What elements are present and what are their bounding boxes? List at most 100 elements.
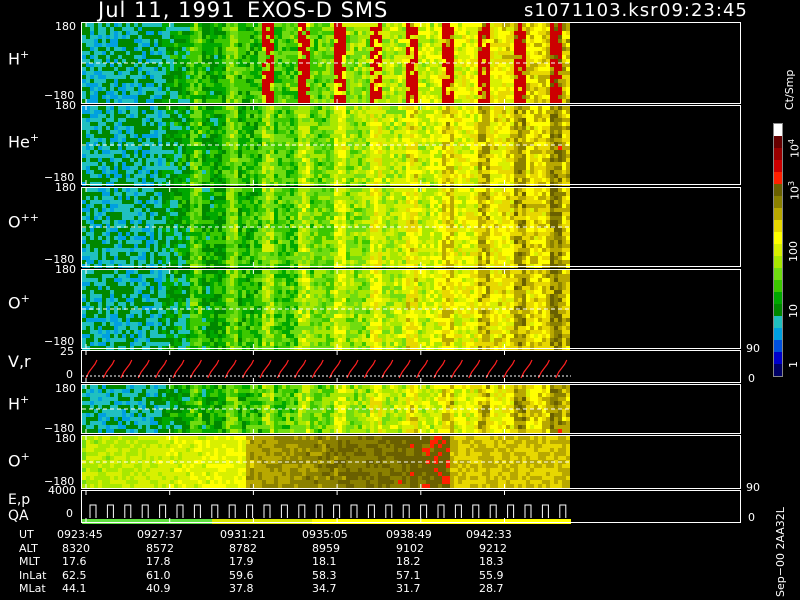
heatmap-cell xyxy=(430,178,434,182)
heatmap-cell xyxy=(330,166,334,170)
heatmap-cell xyxy=(182,67,186,71)
heatmap-cell xyxy=(534,51,538,55)
heatmap-cell xyxy=(518,75,522,79)
heatmap-cell xyxy=(246,188,250,192)
heatmap-cell xyxy=(242,154,246,158)
heatmap-cell xyxy=(354,162,358,166)
heatmap-cell xyxy=(270,146,274,150)
heatmap-cell xyxy=(214,55,218,59)
heatmap-cell xyxy=(222,154,226,158)
heatmap-cell xyxy=(510,63,514,67)
heatmap-cell xyxy=(282,47,286,51)
heatmap-cell xyxy=(158,158,162,162)
heatmap-cell xyxy=(266,130,270,134)
heatmap-cell xyxy=(114,23,118,27)
heatmap-cell xyxy=(94,95,98,99)
heatmap-cell xyxy=(490,146,494,150)
heatmap-cell xyxy=(138,188,142,192)
heatmap-cell xyxy=(162,134,166,138)
heatmap-cell xyxy=(514,63,518,67)
heatmap-cell xyxy=(322,174,326,178)
heatmap-cell xyxy=(362,188,366,192)
heatmap-cell xyxy=(126,87,130,91)
heatmap-cell xyxy=(298,150,302,154)
heatmap-cell xyxy=(254,95,258,99)
heatmap-cell xyxy=(386,67,390,71)
heatmap-cell xyxy=(178,178,182,182)
heatmap-cell xyxy=(338,27,342,31)
heatmap-cell xyxy=(310,27,314,31)
heatmap-cell xyxy=(326,110,330,114)
heatmap-cell xyxy=(434,31,438,35)
heatmap-cell xyxy=(302,130,306,134)
heatmap-cell xyxy=(518,47,522,51)
heatmap-cell xyxy=(318,150,322,154)
heatmap-cell xyxy=(98,71,102,75)
heatmap-cell xyxy=(222,35,226,39)
heatmap-cell xyxy=(382,126,386,130)
heatmap-cell xyxy=(314,106,318,110)
heatmap-cell xyxy=(230,118,234,122)
heatmap-cell xyxy=(398,83,402,87)
heatmap-cell xyxy=(242,99,246,103)
heatmap-cell xyxy=(430,166,434,170)
heatmap-cell xyxy=(266,91,270,95)
heatmap-cell xyxy=(382,23,386,27)
heatmap-cell xyxy=(386,71,390,75)
heatmap-cell xyxy=(310,162,314,166)
heatmap-cell xyxy=(178,126,182,130)
heatmap-cell xyxy=(374,138,378,142)
heatmap-cell xyxy=(410,59,414,63)
heatmap-cell xyxy=(514,162,518,166)
heatmap-cell xyxy=(322,75,326,79)
heatmap-cell xyxy=(330,158,334,162)
heatmap-cell xyxy=(158,87,162,91)
heatmap-cell xyxy=(178,158,182,162)
heatmap-cell xyxy=(190,71,194,75)
heatmap-cell xyxy=(366,166,370,170)
heatmap-cell xyxy=(182,130,186,134)
heatmap-cell xyxy=(414,75,418,79)
heatmap-cell xyxy=(430,150,434,154)
heatmap-cell xyxy=(366,87,370,91)
heatmap-cell xyxy=(370,106,374,110)
heatmap-cell xyxy=(198,126,202,130)
heatmap-cell xyxy=(466,87,470,91)
heatmap-cell xyxy=(206,31,210,35)
heatmap-cell xyxy=(478,154,482,158)
heatmap-cell xyxy=(254,174,258,178)
heatmap-cell xyxy=(254,79,258,83)
heatmap-cell xyxy=(378,95,382,99)
heatmap-cell xyxy=(146,138,150,142)
heatmap-cell xyxy=(82,114,86,118)
heatmap-cell xyxy=(90,126,94,130)
heatmap-cell xyxy=(406,67,410,71)
heatmap-cell xyxy=(478,67,482,71)
heatmap-cell xyxy=(518,162,522,166)
heatmap-cell xyxy=(426,170,430,174)
heatmap-cell xyxy=(442,138,446,142)
heatmap-cell xyxy=(138,83,142,87)
heatmap-cell xyxy=(554,47,558,51)
heatmap-cell xyxy=(290,188,294,192)
heatmap-cell xyxy=(146,31,150,35)
heatmap-cell xyxy=(230,188,234,192)
heatmap-cell xyxy=(470,126,474,130)
heatmap-cell xyxy=(538,63,542,67)
heatmap-cell xyxy=(346,39,350,43)
heatmap-cell xyxy=(414,87,418,91)
heatmap-cell xyxy=(278,158,282,162)
heatmap-cell xyxy=(414,138,418,142)
heatmap-cell xyxy=(490,43,494,47)
heatmap-cell xyxy=(546,91,550,95)
heatmap-cell xyxy=(218,31,222,35)
heatmap-cell xyxy=(566,174,570,178)
heatmap-cell xyxy=(474,79,478,83)
heatmap-cell xyxy=(518,110,522,114)
heatmap-cell xyxy=(406,126,410,130)
heatmap-cell xyxy=(486,43,490,47)
heatmap-cell xyxy=(522,71,526,75)
heatmap-cell xyxy=(166,51,170,55)
heatmap-cell xyxy=(202,59,206,63)
heatmap-cell xyxy=(198,178,202,182)
